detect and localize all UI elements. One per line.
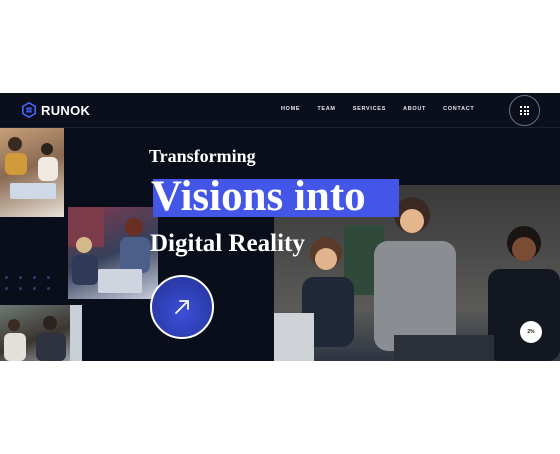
website-viewport: RUNOK HOME TEAM SERVICES ABOUT CONTACT T…	[0, 93, 560, 361]
team-photo-2	[68, 207, 158, 299]
scroll-progress-button[interactable]: 2%	[520, 321, 542, 343]
site-header: RUNOK HOME TEAM SERVICES ABOUT CONTACT	[0, 93, 560, 128]
hero-cta-button[interactable]	[150, 275, 214, 339]
logo-hexagon-icon	[22, 102, 36, 118]
main-nav: HOME TEAM SERVICES ABOUT CONTACT	[281, 106, 474, 112]
team-photo-3	[0, 305, 82, 361]
decorative-dot-grid	[5, 276, 50, 290]
brand-logo[interactable]: RUNOK	[22, 102, 90, 118]
team-photo-1	[0, 127, 64, 217]
menu-button[interactable]	[509, 95, 540, 126]
arrow-up-right-icon	[175, 300, 189, 314]
grid-menu-icon	[519, 105, 530, 116]
hero-line-2: Visions into	[151, 173, 366, 220]
hero-line-1: Transforming	[149, 146, 256, 166]
nav-contact[interactable]: CONTACT	[443, 106, 474, 112]
scroll-progress-label: 2%	[527, 329, 535, 335]
hero-line-3: Digital Reality	[150, 230, 305, 257]
nav-home[interactable]: HOME	[281, 106, 300, 112]
brand-name: RUNOK	[41, 102, 91, 118]
nav-about[interactable]: ABOUT	[403, 106, 426, 112]
nav-team[interactable]: TEAM	[317, 106, 335, 112]
nav-services[interactable]: SERVICES	[353, 106, 386, 112]
